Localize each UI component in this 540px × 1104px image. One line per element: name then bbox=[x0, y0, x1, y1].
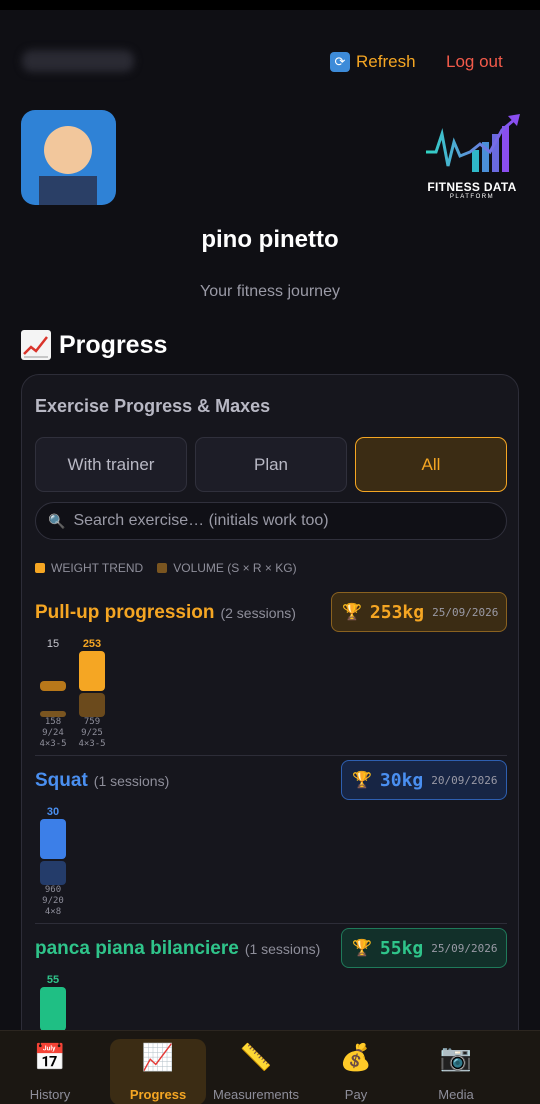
chart-increasing-icon bbox=[21, 330, 51, 360]
calendar-icon: 📅 bbox=[33, 1042, 67, 1072]
user-name: pino pinetto bbox=[201, 226, 339, 253]
refresh-icon: ⟳ bbox=[330, 52, 350, 72]
logo-title: FITNESS DATA bbox=[427, 180, 517, 194]
legend-volume: VOLUME (S × R × KG) bbox=[157, 561, 297, 575]
volume-bar bbox=[79, 693, 105, 717]
divider bbox=[35, 755, 507, 756]
trophy-icon: 🏆 bbox=[352, 940, 372, 957]
logo-graph-icon bbox=[426, 114, 520, 172]
bar-weight-label: 30 bbox=[46, 806, 60, 818]
legend: WEIGHT TREND VOLUME (S × R × KG) bbox=[35, 561, 297, 575]
blurred-username bbox=[22, 50, 134, 72]
volume-bar bbox=[40, 861, 66, 885]
nav-media[interactable]: 📷 Media bbox=[406, 1031, 506, 1104]
tagline: Your fitness journey bbox=[200, 283, 340, 300]
section-title-text: Progress bbox=[59, 330, 168, 359]
fitness-data-logo: FITNESS DATA PLATFORM bbox=[420, 112, 524, 204]
bar-caption: 960 9/20 4×8 bbox=[42, 885, 64, 917]
bottom-nav: 📅 History 📈 Progress 📏 Measurements 💰 Pa… bbox=[0, 1030, 540, 1104]
tab-plan[interactable]: Plan bbox=[195, 437, 347, 492]
legend-weight: WEIGHT TREND bbox=[35, 561, 143, 575]
trophy-icon: 🏆 bbox=[342, 604, 362, 621]
max-badge-squat: 🏆 30kg 20/09/2026 bbox=[341, 760, 507, 800]
nav-history[interactable]: 📅 History bbox=[0, 1031, 100, 1104]
bar-weight-label: 253 bbox=[82, 638, 102, 650]
weight-bar bbox=[79, 651, 105, 691]
bar-caption: 759 9/25 4×3-5 bbox=[78, 717, 106, 749]
weight-bar bbox=[40, 681, 66, 691]
search-icon: 🔍 bbox=[48, 512, 66, 529]
search-box[interactable]: 🔍 bbox=[35, 502, 507, 540]
refresh-label: Refresh bbox=[356, 52, 416, 71]
max-badge-pullup: 🏆 253kg 25/09/2026 bbox=[331, 592, 507, 632]
bar-weight-label: 15 bbox=[46, 638, 60, 650]
chart-icon: 📈 bbox=[141, 1042, 175, 1072]
logo-subtitle: PLATFORM bbox=[449, 194, 495, 200]
weight-bar bbox=[40, 987, 66, 1031]
trophy-icon: 🏆 bbox=[352, 772, 372, 789]
max-badge-panca: 🏆 55kg 25/09/2026 bbox=[341, 928, 507, 968]
status-bar bbox=[0, 0, 540, 10]
weight-bar bbox=[40, 819, 66, 859]
exercise-title-squat[interactable]: Squat (1 sessions) bbox=[35, 770, 169, 792]
ruler-icon: 📏 bbox=[239, 1042, 273, 1072]
logout-button[interactable]: Log out bbox=[446, 52, 503, 72]
exercise-progress-card: Exercise Progress & Maxes With trainer P… bbox=[21, 374, 519, 1074]
search-input[interactable] bbox=[73, 512, 494, 530]
nav-progress[interactable]: 📈 Progress bbox=[110, 1039, 206, 1104]
card-title: Exercise Progress & Maxes bbox=[35, 396, 271, 416]
nav-pay[interactable]: 💰 Pay bbox=[306, 1031, 406, 1104]
avatar[interactable] bbox=[21, 110, 116, 205]
money-bag-icon: 💰 bbox=[339, 1042, 373, 1072]
section-title: Progress bbox=[21, 330, 167, 360]
refresh-button[interactable]: ⟳ Refresh bbox=[330, 52, 416, 72]
exercise-title-pullup[interactable]: Pull-up progression (2 sessions) bbox=[35, 602, 296, 624]
divider bbox=[35, 923, 507, 924]
nav-measurements[interactable]: 📏 Measurements bbox=[206, 1031, 306, 1104]
exercise-title-panca[interactable]: panca piana bilanciere (1 sessions) bbox=[35, 938, 320, 960]
tab-all[interactable]: All bbox=[355, 437, 507, 492]
camera-icon: 📷 bbox=[439, 1042, 473, 1072]
tab-with-trainer[interactable]: With trainer bbox=[35, 437, 187, 492]
bar-weight-label: 55 bbox=[46, 974, 60, 986]
bar-caption: 158 9/24 4×3-5 bbox=[39, 717, 67, 749]
